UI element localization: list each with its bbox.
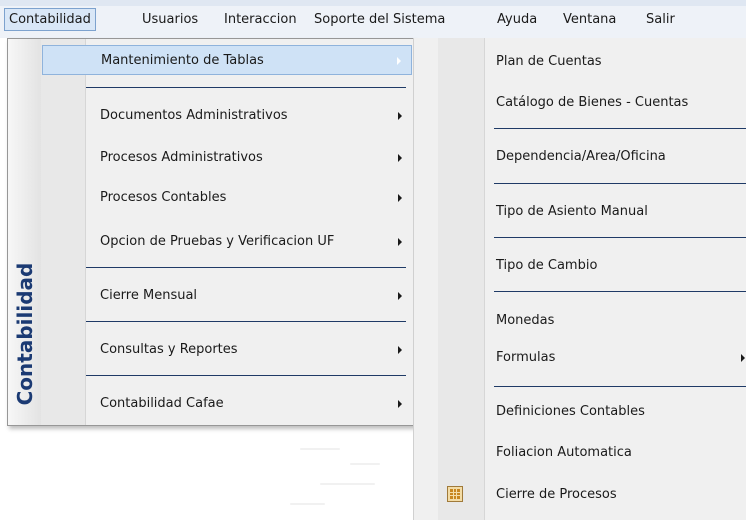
item-label: Opcion de Pruebas y Verificacion UF	[100, 234, 335, 249]
item-definiciones-contables[interactable]: Definiciones Contables	[414, 399, 746, 425]
menu-bar: Contabilidad Usuarios Interaccion Soport…	[0, 0, 746, 39]
item-tipo-de-asiento-manual[interactable]: Tipo de Asiento Manual	[414, 199, 746, 225]
item-label: Procesos Administrativos	[100, 150, 263, 165]
item-cierre-de-procesos[interactable]: Cierre de Procesos	[414, 482, 746, 508]
mantenimiento-submenu: Plan de Cuentas Catálogo de Bienes - Cue…	[413, 38, 746, 520]
submenu-arrow-icon	[398, 154, 402, 162]
item-procesos-administrativos[interactable]: Procesos Administrativos	[42, 143, 412, 173]
separator	[86, 267, 406, 268]
item-documentos-administrativos[interactable]: Documentos Administrativos	[42, 101, 412, 131]
separator	[86, 375, 406, 376]
submenu-arrow-icon	[741, 354, 745, 362]
item-tipo-de-cambio[interactable]: Tipo de Cambio	[414, 253, 746, 279]
menu-usuarios[interactable]: Usuarios	[138, 9, 202, 30]
item-label: Documentos Administrativos	[100, 108, 288, 123]
side-label-text: Contabilidad	[12, 262, 37, 406]
submenu-arrow-icon	[397, 57, 401, 65]
item-plan-de-cuentas[interactable]: Plan de Cuentas	[414, 49, 746, 75]
item-formulas[interactable]: Formulas	[414, 345, 746, 371]
item-cierre-mensual[interactable]: Cierre Mensual	[42, 281, 412, 311]
separator	[494, 183, 746, 184]
separator	[494, 128, 746, 129]
item-label: Consultas y Reportes	[100, 342, 238, 357]
item-label: Contabilidad Cafae	[100, 396, 224, 411]
submenu-arrow-icon	[398, 400, 402, 408]
item-consultas-y-reportes[interactable]: Consultas y Reportes	[42, 335, 412, 365]
grid-icon	[447, 486, 463, 502]
item-foliacion-automatica[interactable]: Foliacion Automatica	[414, 440, 746, 466]
item-label: Formulas	[496, 350, 556, 365]
item-label: Tipo de Cambio	[496, 258, 598, 273]
item-label: Tipo de Asiento Manual	[496, 204, 648, 219]
item-label: Procesos Contables	[100, 190, 227, 205]
menu-soporte-del-sistema[interactable]: Soporte del Sistema	[310, 9, 449, 30]
item-catalogo-de-bienes[interactable]: Catálogo de Bienes - Cuentas	[414, 90, 746, 116]
submenu-arrow-icon	[398, 292, 402, 300]
item-label: Monedas	[496, 313, 555, 328]
separator	[494, 291, 746, 292]
item-opcion-de-pruebas[interactable]: Opcion de Pruebas y Verificacion UF	[42, 227, 412, 257]
item-label: Mantenimiento de Tablas	[101, 53, 264, 68]
menu-ventana[interactable]: Ventana	[559, 9, 620, 30]
item-monedas[interactable]: Monedas	[414, 308, 746, 334]
separator	[86, 87, 406, 88]
item-label: Plan de Cuentas	[496, 54, 602, 69]
item-dependencia-area-oficina[interactable]: Dependencia/Area/Oficina	[414, 144, 746, 170]
item-contabilidad-cafae[interactable]: Contabilidad Cafae	[42, 389, 412, 419]
side-label: Contabilidad	[8, 249, 41, 419]
menu-interaccion[interactable]: Interaccion	[220, 9, 301, 30]
separator	[494, 386, 746, 387]
submenu-arrow-icon	[398, 112, 402, 120]
item-label: Catálogo de Bienes - Cuentas	[496, 95, 689, 110]
menu-ayuda[interactable]: Ayuda	[493, 9, 541, 30]
item-label: Foliacion Automatica	[496, 445, 632, 460]
item-procesos-contables[interactable]: Procesos Contables	[42, 183, 412, 213]
item-label: Cierre de Procesos	[496, 487, 617, 502]
menu-contabilidad[interactable]: Contabilidad	[4, 8, 96, 31]
item-mantenimiento-de-tablas[interactable]: Mantenimiento de Tablas	[42, 45, 412, 75]
submenu-arrow-icon	[398, 346, 402, 354]
item-label: Definiciones Contables	[496, 404, 645, 419]
item-label: Dependencia/Area/Oficina	[496, 149, 666, 164]
separator	[494, 237, 746, 238]
menu-salir[interactable]: Salir	[642, 9, 679, 30]
contabilidad-dropdown: Contabilidad Mantenimiento de Tablas Doc…	[7, 38, 415, 426]
separator	[86, 321, 406, 322]
item-label: Cierre Mensual	[100, 288, 198, 303]
submenu-arrow-icon	[398, 238, 402, 246]
submenu-arrow-icon	[398, 194, 402, 202]
title-strip	[0, 0, 746, 6]
